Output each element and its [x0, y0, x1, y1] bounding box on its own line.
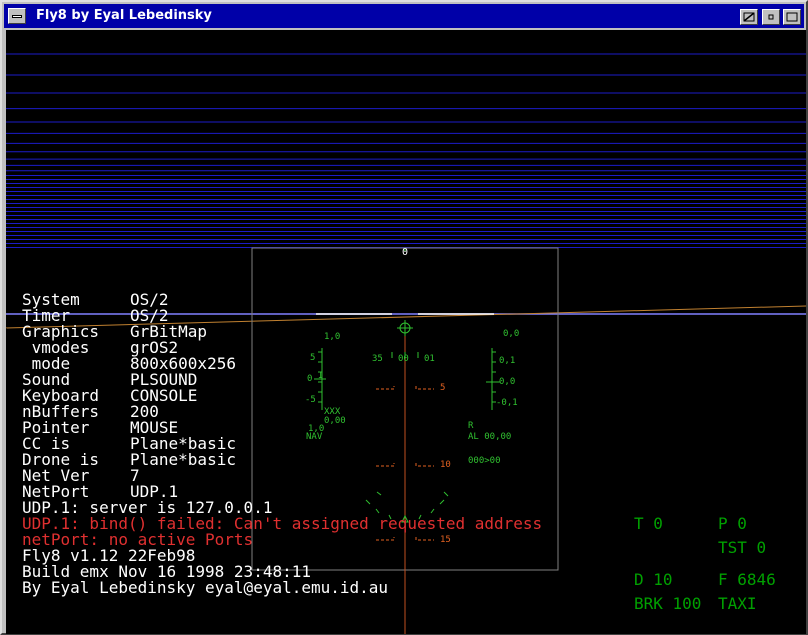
pitch-10-label: 10 — [440, 460, 451, 470]
speed-0-label: 0 — [307, 374, 313, 384]
app-window: Fly8 by Eyal Lebedinsky 0 1,0 5 0 I -5 X… — [0, 0, 808, 635]
close-button[interactable] — [740, 9, 758, 25]
status-p: P 0 — [718, 514, 747, 533]
console-message: By Eyal Lebedinsky eyal@eyal.emu.id.au — [22, 578, 389, 597]
speed-5-label: 5 — [310, 353, 316, 363]
minimize-button[interactable] — [762, 9, 780, 25]
system-menu-button[interactable] — [8, 8, 26, 24]
alt-top-label: 0,0 — [503, 329, 520, 339]
nav-label: NAV — [306, 432, 323, 442]
window-title: Fly8 by Eyal Lebedinsky — [36, 8, 212, 23]
range-label: 000>00 — [468, 456, 501, 466]
status-d: D 10 — [634, 570, 673, 589]
status-f: F 6846 — [718, 570, 776, 589]
heading-right-label: 01 — [424, 354, 435, 364]
flight-view[interactable]: 0 1,0 5 0 I -5 XXX 0,00 1,0 NAV 35 00 01… — [6, 30, 806, 634]
heading-mid-label: 00 — [398, 354, 409, 364]
r-label: R — [468, 421, 474, 431]
ground-line — [6, 305, 806, 329]
alt-00-label: 0,0 — [499, 377, 516, 387]
close-icon — [743, 12, 755, 22]
pitch-5-label: 5 — [440, 383, 446, 393]
alt-m01-label: -0,1 — [496, 398, 518, 408]
sky-grid — [6, 53, 806, 248]
maximize-button[interactable] — [783, 9, 801, 25]
hud-top-marker: 0 — [402, 247, 409, 258]
status-brk: BRK 100 — [634, 594, 702, 613]
speed-top-label: 1,0 — [324, 332, 341, 342]
speed-marker: I — [318, 371, 324, 381]
status-tst: TST 0 — [718, 538, 767, 557]
g-label: 0,00 — [324, 416, 346, 426]
al-label: AL 00,00 — [468, 432, 512, 442]
title-bar[interactable]: Fly8 by Eyal Lebedinsky — [4, 4, 804, 28]
alt-01-label: 0,1 — [499, 356, 516, 366]
status-taxi: TAXI — [718, 594, 757, 613]
status-t: T 0 — [634, 514, 663, 533]
minimize-icon — [768, 14, 774, 20]
speed-m5-label: -5 — [305, 395, 316, 405]
system-menu-icon — [12, 15, 22, 18]
pitch-15-label: 15 — [440, 535, 451, 545]
maximize-icon — [786, 12, 798, 22]
console-value: Plane*basic — [130, 450, 236, 469]
heading-left-label: 35 — [372, 354, 383, 364]
